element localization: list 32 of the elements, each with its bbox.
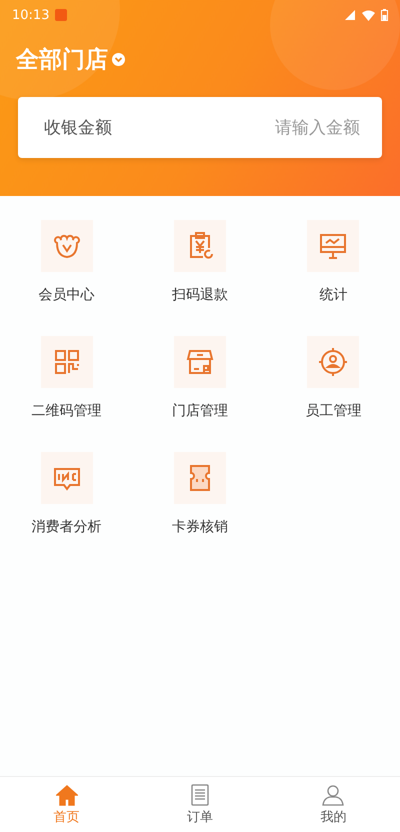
status-time: 10:13 (12, 8, 50, 22)
home-icon (56, 784, 78, 806)
menu-item-label[interactable]: 员工管理 (305, 402, 362, 420)
amount-input[interactable]: 请输入金额 (210, 118, 360, 138)
menu-item-label[interactable]: 统计 (319, 286, 348, 304)
nav-tab[interactable]: 我的 (266, 777, 400, 832)
signal-icon (344, 9, 356, 21)
menu-icon-tile[interactable] (40, 452, 93, 504)
person-target-icon (318, 347, 348, 377)
menu-item-label[interactable]: 二维码管理 (32, 402, 102, 420)
document-icon (188, 784, 211, 806)
app-notification-icon (55, 9, 68, 21)
menu-item-label[interactable]: 卡券核销 (172, 518, 228, 536)
shop-icon (184, 347, 215, 377)
menu-icon-tile[interactable] (174, 336, 226, 388)
person-icon (322, 784, 344, 806)
wifi-icon (362, 10, 375, 20)
nav-tab[interactable]: 订单 (133, 777, 267, 832)
menu-icon-tile[interactable] (174, 220, 226, 272)
menu-item-label[interactable]: 会员中心 (38, 286, 95, 304)
menu-icon-tile[interactable] (40, 336, 93, 388)
chevron-down-icon[interactable] (112, 52, 125, 66)
menu-item-label[interactable]: 门店管理 (172, 402, 228, 420)
monitor-chart-icon (318, 231, 348, 261)
menu-icon-tile[interactable] (40, 220, 93, 272)
battery-icon (381, 9, 388, 21)
menu-item-label[interactable]: 扫码退款 (172, 286, 228, 304)
amount-label: 收银金额 (44, 117, 113, 139)
menu-item-label[interactable]: 消费者分析 (32, 518, 102, 536)
menu-icon-tile[interactable] (174, 452, 226, 504)
menu-icon-tile[interactable] (307, 220, 360, 272)
menu-icon-tile[interactable] (307, 336, 360, 388)
